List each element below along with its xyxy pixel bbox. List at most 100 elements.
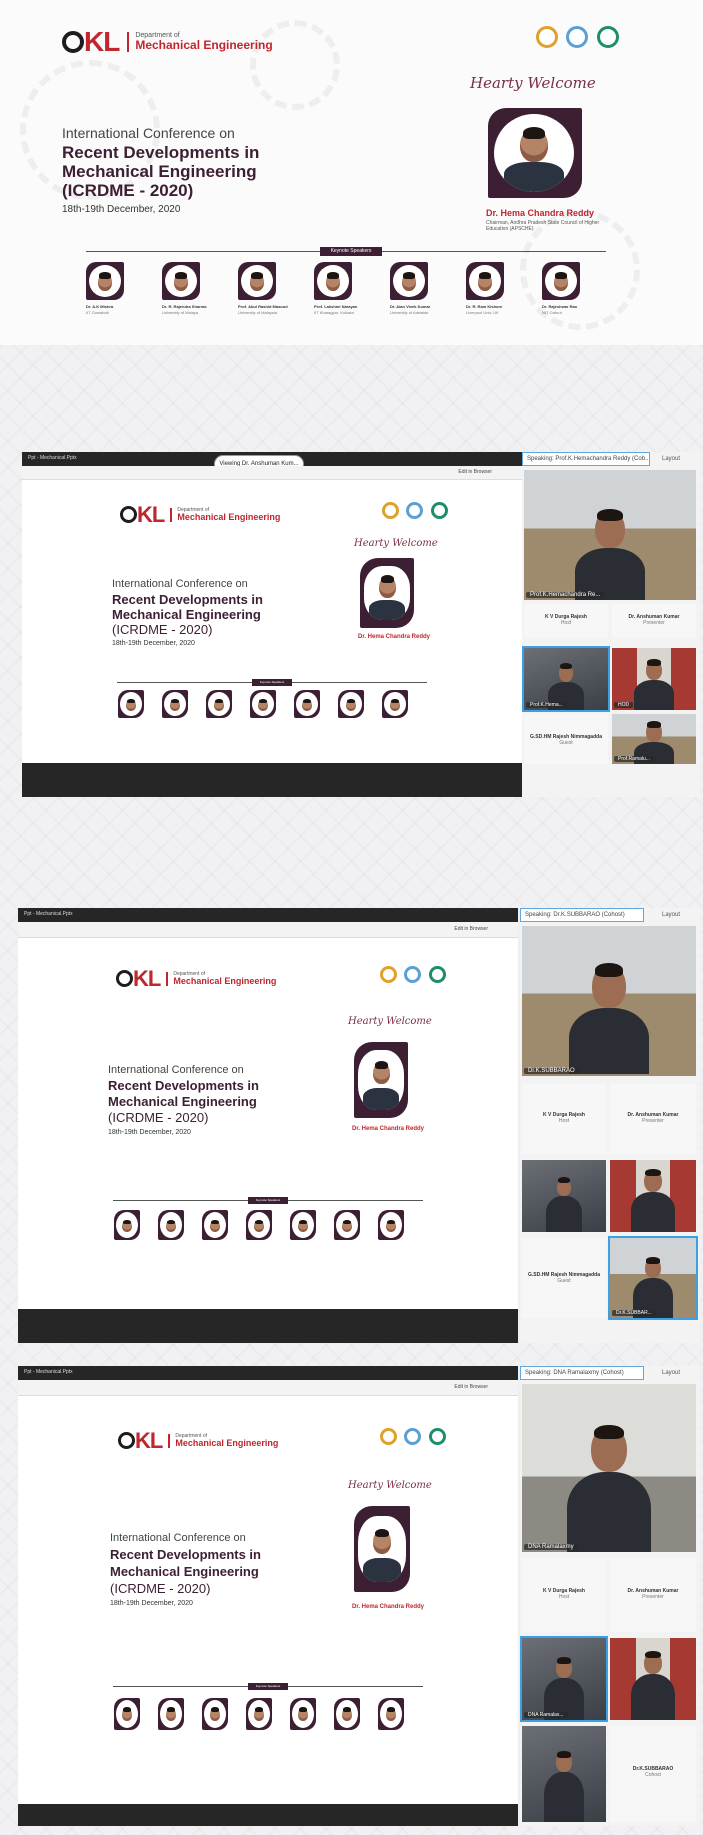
- chief-guest-photo: [354, 1506, 410, 1592]
- speaking-indicator: Speaking: Prof.K.Hemachandra Reddy (Cob.…: [522, 452, 650, 466]
- conference-subtitle: International Conference on: [110, 1532, 246, 1544]
- chief-guest-role: Chairman, Andhra Pradesh State Council o…: [486, 220, 600, 232]
- conference-subtitle: International Conference on: [108, 1064, 244, 1076]
- welcome-text: Hearty Welcome: [348, 1016, 432, 1027]
- conference-subtitle: International Conference on: [62, 125, 235, 141]
- window-titlebar: Ppt - Mechanical.Pptx: [18, 908, 518, 922]
- speaker-photo: [334, 1698, 360, 1730]
- conference-subtitle: International Conference on: [112, 578, 248, 590]
- video-name-label: Dr.K.SUBBAR...: [612, 1310, 656, 1316]
- participant-video-tile[interactable]: DNA Ramalax...: [520, 1636, 608, 1722]
- accreditation-badges: [536, 26, 619, 53]
- chief-guest-photo: [488, 108, 582, 198]
- speaking-indicator: Speaking: Dr.K.SUBBARAO (Cohost): [520, 908, 644, 922]
- conference-acronym: (ICRDME - 2020): [62, 181, 194, 200]
- chief-guest-name: Dr. Hema Chandra Reddy: [486, 208, 595, 218]
- naac-badge-icon: [382, 502, 399, 519]
- participants-panel: Speaking: DNA Ramalaxmy (Cohost) Layout …: [520, 1366, 700, 1826]
- video-name-label: HOD: [614, 702, 634, 708]
- chief-guest-photo: [360, 558, 414, 628]
- chief-guest-name: Dr. Hema Chandra Reddy: [352, 1604, 425, 1610]
- participant-tile[interactable]: K V Durga Rajesh Host: [524, 604, 608, 638]
- chief-guest-name: Dr. Hema Chandra Reddy: [358, 634, 431, 640]
- logo-ring-icon: [62, 31, 84, 53]
- logo-ring-icon: [116, 970, 133, 987]
- conference-title-line: Recent Developments in: [110, 1547, 261, 1562]
- participant-tile[interactable]: Dr. Anshuman Kumar Presenter: [610, 1084, 696, 1154]
- layout-button[interactable]: Layout: [662, 452, 680, 466]
- speaker-photo: [202, 1210, 228, 1240]
- speaker-photo: [294, 690, 320, 718]
- conference-title-line: Mechanical Engineering: [108, 1094, 257, 1109]
- participant-video-tile[interactable]: Dr.K.SUBBAR...: [608, 1236, 698, 1320]
- participant-video-tile[interactable]: [610, 1638, 696, 1720]
- chief-guest-photo: [354, 1042, 408, 1118]
- speaker-photo: [378, 1210, 404, 1240]
- nirf-badge-icon: [596, 26, 619, 48]
- participant-video-tile[interactable]: Prof.Ramalu...: [612, 714, 696, 764]
- conference-poster: KL Department of Mechanical Engineering …: [0, 0, 703, 345]
- speaker-photo: [114, 1698, 140, 1730]
- kl-logo: KL Department of Mechanical Engineering: [62, 26, 273, 58]
- taskbar: [18, 1804, 518, 1826]
- conference-title-block: International Conference on Recent Devel…: [112, 578, 263, 647]
- embedded-slide: KL Department of Mechanical Engineering H…: [58, 1406, 488, 1796]
- speaker-photo: [250, 690, 276, 718]
- speaking-indicator: Speaking: DNA Ramalaxmy (Cohost): [520, 1366, 644, 1380]
- participant-tile[interactable]: Dr. Anshuman Kumar Presenter: [610, 1558, 696, 1632]
- accreditation-badges: [380, 966, 446, 988]
- edit-in-browser-button[interactable]: Edit in Browser: [458, 469, 492, 475]
- department-name: Department of Mechanical Engineering: [127, 32, 273, 52]
- layout-button[interactable]: Layout: [662, 908, 680, 922]
- speaker-photo: [206, 690, 232, 718]
- shared-screen: Ppt - Mechanical.Pptx Edit in Browser KL…: [18, 1366, 518, 1826]
- nirf-badge-icon: [428, 1428, 446, 1445]
- participant-tile[interactable]: Dr. Anshuman Kumar Presenter: [612, 604, 696, 638]
- speaker-photo: [114, 1210, 140, 1240]
- meeting-screenshot-1: Ppt - Mechanical.Pptx Viewing Dr. Anshum…: [22, 452, 700, 797]
- participant-tile[interactable]: K V Durga Rajesh Host: [522, 1558, 606, 1632]
- edit-in-browser-button[interactable]: Edit in Browser: [454, 926, 488, 932]
- nba-badge-icon: [404, 1428, 422, 1445]
- embedded-slide: KL Department of Mechanical Engineering H…: [62, 486, 492, 760]
- video-name-label: DNA Ramalaxmy: [524, 1544, 578, 1550]
- participant-tile[interactable]: G.SD.HM Rajesh Nimmagadda Guest: [522, 1238, 606, 1318]
- participant-tile[interactable]: G.SD.HM Rajesh Nimmagadda Guest: [524, 714, 608, 764]
- speaker-photo: [246, 1210, 272, 1240]
- main-video-tile[interactable]: Dr.K.SUBBARAO: [522, 926, 696, 1076]
- conference-title-block: International Conference on Recent Devel…: [62, 125, 259, 215]
- main-video-tile[interactable]: DNA Ramalaxmy: [522, 1384, 696, 1552]
- conference-title-block: International Conference on Recent Devel…: [108, 1064, 259, 1136]
- video-name-label: Dr.K.SUBBARAO: [524, 1068, 579, 1074]
- participant-video-tile[interactable]: [522, 1160, 606, 1232]
- kl-logo: KL Department of Mechanical Engineering: [118, 1428, 278, 1454]
- speaker-photo: [162, 690, 188, 718]
- chief-guest-name: Dr. Hema Chandra Reddy: [352, 1126, 425, 1132]
- welcome-text: Hearty Welcome: [354, 538, 438, 549]
- welcome-text: Hearty Welcome: [348, 1480, 432, 1491]
- speaker-photo: [378, 1698, 404, 1730]
- edit-in-browser-button[interactable]: Edit in Browser: [454, 1384, 488, 1390]
- video-name-label: DNA Ramalax...: [524, 1712, 568, 1718]
- ppt-toolbar: Edit in Browser: [18, 922, 518, 938]
- speaker-photo: [290, 1210, 316, 1240]
- conference-title-line: Recent Developments in: [62, 143, 260, 162]
- participant-video-tile[interactable]: Prof.K.Hema...: [522, 646, 610, 712]
- conference-title-line: Recent Developments in: [108, 1078, 259, 1093]
- shared-screen: Ppt - Mechanical.Pptx Edit in Browser KL…: [18, 908, 518, 1343]
- main-video-tile[interactable]: Prof.K.Hemachandra Re...: [524, 470, 696, 600]
- participant-tile[interactable]: Dr.K.SUBBARAO Cohost: [610, 1726, 696, 1822]
- conference-date: 18th-19th December, 2020: [110, 1600, 193, 1607]
- shared-screen: Ppt - Mechanical.Pptx Viewing Dr. Anshum…: [22, 452, 522, 797]
- video-name-label: Prof.K.Hemachandra Re...: [526, 592, 605, 598]
- participant-tile[interactable]: K V Durga Rajesh Host: [522, 1084, 606, 1154]
- video-name-label: Prof.K.Hema...: [526, 702, 567, 708]
- participant-video-tile[interactable]: [610, 1160, 696, 1232]
- conference-date: 18th-19th December, 2020: [108, 1129, 191, 1136]
- participant-video-tile[interactable]: HOD: [612, 648, 696, 710]
- layout-button[interactable]: Layout: [662, 1366, 680, 1380]
- participant-video-tile[interactable]: [522, 1726, 606, 1822]
- conference-date: 18th-19th December, 2020: [62, 204, 181, 215]
- nba-badge-icon: [566, 26, 589, 48]
- logo-ring-icon: [118, 1432, 135, 1449]
